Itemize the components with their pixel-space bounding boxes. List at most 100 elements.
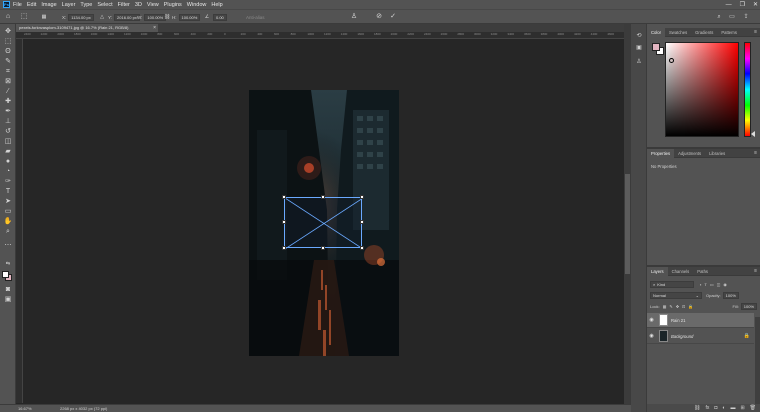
lock-icons[interactable]: ▦✎✥⊡🔒	[663, 304, 697, 309]
move-tool-icon[interactable]: ✥	[3, 28, 13, 36]
close-icon[interactable]: ✕	[753, 1, 758, 8]
tab-paths[interactable]: Paths	[693, 267, 712, 276]
free-transform-box[interactable]	[282, 195, 364, 250]
transform-tool-icon[interactable]: ⬚	[20, 13, 28, 21]
eyedropper-tool-icon[interactable]: ⁄	[3, 88, 13, 96]
adjustment-icon[interactable]: ◐	[722, 405, 725, 411]
hand-tool-icon[interactable]: ✋	[3, 218, 13, 226]
tab-layers[interactable]: Layers	[647, 266, 668, 276]
document-tab[interactable]: pexels-forknvasplom-3109471.jpg @ 16.7% …	[16, 24, 158, 32]
menu-filter[interactable]: Filter	[118, 2, 130, 8]
transform-handle-top[interactable]	[321, 195, 325, 199]
learn-icon[interactable]: ♙	[635, 58, 643, 66]
more-tools-icon[interactable]: ⋯	[3, 242, 13, 250]
restore-icon[interactable]: ❐	[740, 1, 745, 8]
rectangle-tool-icon[interactable]: ▭	[3, 208, 13, 216]
layer-name[interactable]: Background	[671, 334, 693, 339]
transform-handle-right[interactable]	[360, 220, 364, 224]
crop-tool-icon[interactable]: ⌗	[3, 68, 13, 76]
frame-tool-icon[interactable]: ⊠	[3, 78, 13, 86]
search-icon[interactable]: ⌕	[715, 13, 723, 21]
close-tab-icon[interactable]: ×	[153, 24, 156, 32]
layer-row[interactable]: ◉ Rain 21	[647, 313, 754, 328]
brush-tool-icon[interactable]: ✒	[3, 108, 13, 116]
trash-icon[interactable]: 🗑	[750, 405, 756, 411]
layer-name[interactable]: Rain 21	[671, 318, 685, 323]
healing-tool-icon[interactable]: ✚	[3, 98, 13, 106]
dodge-tool-icon[interactable]: ◔	[3, 168, 13, 176]
link-icon[interactable]: ⛓	[163, 13, 171, 21]
workspace-icon[interactable]: ▭	[728, 13, 736, 21]
tab-adjustments[interactable]: Adjustments	[674, 149, 705, 158]
menu-image[interactable]: Image	[41, 2, 56, 8]
swap-colors-icon[interactable]: ⇆	[3, 260, 13, 268]
vertical-scrollbar[interactable]	[624, 24, 631, 404]
screen-mode-icon[interactable]: ▣	[3, 296, 13, 304]
minimize-icon[interactable]: —	[726, 2, 732, 8]
fx-icon[interactable]: fx	[705, 405, 709, 411]
marquee-tool-icon[interactable]: ⬚	[3, 38, 13, 46]
panel-menu-icon[interactable]: ≡	[754, 267, 757, 276]
menu-3d[interactable]: 3D	[135, 2, 142, 8]
eye-icon[interactable]: ◉	[647, 333, 656, 339]
y-input[interactable]: 2016.00 px	[114, 13, 140, 21]
menu-layer[interactable]: Layer	[62, 2, 76, 8]
layers-scrollbar[interactable]	[755, 317, 760, 407]
tab-properties[interactable]: Properties	[647, 148, 675, 158]
path-select-tool-icon[interactable]: ➤	[3, 198, 13, 206]
menu-view[interactable]: View	[147, 2, 159, 8]
transform-handle-bottom-right[interactable]	[360, 246, 364, 250]
share-icon[interactable]: ⇪	[742, 13, 750, 21]
blur-tool-icon[interactable]: ●	[3, 158, 13, 166]
opacity-input[interactable]: 100%	[722, 292, 739, 299]
zoom-tool-icon[interactable]: ⌕	[3, 228, 13, 236]
history-icon[interactable]: ⟲	[635, 32, 643, 40]
home-icon[interactable]: ⌂	[4, 13, 12, 21]
delta-icon[interactable]: △	[98, 13, 106, 21]
kind-filter-select[interactable]: ⌕ Kind	[650, 281, 694, 288]
filter-type-icons[interactable]: ▪T▭◫◉	[700, 282, 730, 287]
transform-handle-top-left[interactable]	[282, 195, 286, 199]
fill-input[interactable]: 100%	[740, 303, 757, 310]
panel-menu-icon[interactable]: ≡	[754, 149, 757, 158]
lasso-tool-icon[interactable]: ʘ	[3, 48, 13, 56]
tab-libraries[interactable]: Libraries	[705, 149, 729, 158]
document-info[interactable]: 2268 px x 4032 px (72 ppi)	[60, 406, 107, 411]
warp-icon[interactable]: ♙	[350, 13, 358, 21]
color-picker-cursor[interactable]	[669, 58, 674, 63]
pen-tool-icon[interactable]: ✑	[3, 178, 13, 186]
menu-edit[interactable]: Edit	[27, 2, 36, 8]
transform-handle-left[interactable]	[282, 220, 286, 224]
menu-file[interactable]: File	[13, 2, 22, 8]
menu-plugins[interactable]: Plugins	[164, 2, 182, 8]
new-layer-icon[interactable]: ⊞	[740, 405, 744, 411]
cancel-transform-icon[interactable]: ⊘	[375, 13, 383, 21]
angle-input[interactable]: 0.00	[213, 13, 227, 21]
blend-mode-select[interactable]: Normal ⌄	[650, 292, 702, 299]
transform-handle-bottom-left[interactable]	[282, 246, 286, 250]
transform-handle-bottom[interactable]	[321, 246, 325, 250]
color-field[interactable]	[665, 42, 739, 137]
menu-window[interactable]: Window	[187, 2, 207, 8]
menu-help[interactable]: Help	[211, 2, 222, 8]
layer-row[interactable]: ◉ Background 🔒	[647, 329, 754, 344]
x-input[interactable]: 1134.00 px	[68, 13, 94, 21]
link-layers-icon[interactable]: ⛓	[694, 405, 700, 411]
interpolation-label[interactable]: Anti-alias	[246, 13, 265, 21]
zoom-level[interactable]: 16.67%	[18, 406, 32, 411]
menu-type[interactable]: Type	[80, 2, 92, 8]
hue-slider-arrow[interactable]	[751, 131, 755, 137]
vertical-scroll-thumb[interactable]	[625, 174, 630, 274]
tab-patterns[interactable]: Patterns	[717, 28, 741, 37]
tab-color[interactable]: Color	[647, 27, 666, 37]
type-tool-icon[interactable]: T	[3, 188, 13, 196]
panel-menu-icon[interactable]: ≡	[754, 28, 757, 37]
eraser-tool-icon[interactable]: ◫	[3, 138, 13, 146]
comments-icon[interactable]: ▣	[635, 44, 643, 52]
commit-transform-icon[interactable]: ✓	[389, 13, 397, 21]
color-foreground-swatch[interactable]	[652, 43, 660, 51]
photoshop-logo[interactable]: Ps	[3, 1, 10, 8]
h-input[interactable]: 100.00%	[178, 13, 201, 21]
quick-mask-icon[interactable]: ◙	[3, 286, 13, 294]
gradient-tool-icon[interactable]: ▰	[3, 148, 13, 156]
